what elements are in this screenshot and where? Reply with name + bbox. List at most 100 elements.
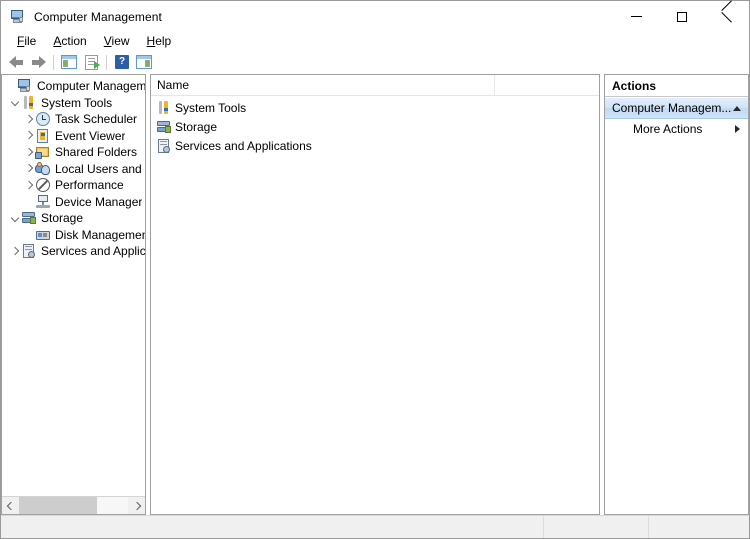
tree-item-label: Shared Folders [55, 145, 138, 160]
console-tree: Computer Management System Tools Task Sc… [2, 75, 145, 496]
toolbar-forward-button[interactable] [27, 52, 49, 72]
toolbar-export-list-button[interactable] [80, 52, 102, 72]
chevron-right-icon [735, 125, 740, 133]
tree-item-performance[interactable]: Performance [2, 177, 145, 194]
toolbar: ? [1, 51, 749, 74]
minimize-button[interactable] [614, 1, 659, 32]
close-icon [721, 11, 732, 22]
action-group-computer-management[interactable]: Computer Managem... [605, 97, 748, 119]
forward-arrow-icon [31, 55, 46, 69]
tree-item-shared-folders[interactable]: Shared Folders [2, 144, 145, 161]
toolbar-separator-2 [106, 54, 107, 70]
toolbar-back-button[interactable] [5, 52, 27, 72]
tree-item-label: Local Users and Gr [55, 161, 145, 176]
menu-help[interactable]: Help [139, 33, 181, 50]
status-bar-segment-two [544, 516, 649, 538]
tree-item-device-manager[interactable]: Device Manager [2, 194, 145, 211]
actions-list: Computer Managem... More Actions [605, 97, 748, 514]
twisty-collapsed-icon[interactable] [22, 147, 35, 157]
tree-item-system-tools[interactable]: System Tools [2, 95, 145, 112]
status-bar-main [1, 516, 544, 538]
actions-pane-title: Actions [605, 75, 748, 97]
status-bar-segment-three [649, 516, 749, 538]
scroll-right-button[interactable] [128, 497, 145, 514]
tree-item-label: Disk Management [55, 227, 145, 242]
title-bar: Computer Management [1, 1, 749, 32]
twisty-collapsed-icon[interactable] [22, 180, 35, 190]
action-item-more-actions[interactable]: More Actions [605, 119, 748, 139]
list-item-services-and-applications[interactable]: Services and Applications [151, 136, 599, 155]
list-item-storage[interactable]: Storage [151, 117, 599, 136]
twisty-collapsed-icon[interactable] [22, 131, 35, 140]
action-item-label: More Actions [633, 122, 703, 136]
scroll-left-button[interactable] [2, 497, 19, 514]
main-content-area: Computer Management System Tools Task Sc… [1, 74, 749, 515]
list-item-label: Services and Applications [175, 138, 312, 153]
twisty-collapsed-icon[interactable] [22, 164, 35, 173]
console-tree-pane: Computer Management System Tools Task Sc… [1, 74, 146, 515]
export-list-icon [84, 54, 100, 70]
toolbar-help-button[interactable]: ? [111, 52, 133, 72]
tree-item-task-scheduler[interactable]: Task Scheduler [2, 111, 145, 128]
tree-horizontal-scrollbar[interactable] [2, 496, 145, 514]
computer-management-window: Computer Management File Action View Hel… [0, 0, 750, 539]
menu-help-accel: H [146, 34, 156, 48]
menu-view-rest: iew [111, 34, 130, 48]
system-tools-icon [156, 100, 172, 116]
tree-item-label: Computer Management [37, 79, 145, 94]
toolbar-up-one-level-button[interactable] [58, 52, 80, 72]
column-header-filler[interactable] [495, 75, 599, 95]
maximize-button[interactable] [659, 1, 704, 32]
menu-file-rest: ile [24, 34, 37, 48]
services-icon [156, 138, 172, 154]
column-header-name[interactable]: Name [151, 75, 495, 95]
toolbar-show-hide-console-tree-button[interactable] [133, 52, 155, 72]
result-list-pane: Name System Tools Storage Services and A… [150, 74, 600, 515]
twisty-collapsed-icon[interactable] [22, 114, 35, 124]
storage-icon [156, 119, 172, 135]
users-icon [35, 161, 51, 177]
device-manager-icon [35, 194, 51, 210]
window-title: Computer Management [34, 9, 162, 24]
tree-item-services-and-applications[interactable]: Services and Applicat [2, 243, 145, 260]
twisty-expanded-icon[interactable] [8, 213, 21, 223]
close-button[interactable] [704, 1, 749, 32]
storage-icon [21, 210, 37, 226]
twisty-collapsed-icon[interactable] [8, 246, 21, 256]
tree-item-label: System Tools [41, 95, 113, 110]
menu-view[interactable]: View [96, 33, 139, 50]
scrollbar-track[interactable] [19, 497, 128, 514]
computer-icon [17, 78, 33, 94]
tree-item-label: Services and Applicat [41, 244, 145, 259]
status-bar [1, 515, 749, 538]
maximize-icon [676, 11, 687, 22]
scrollbar-thumb[interactable] [19, 497, 98, 514]
tree-item-event-viewer[interactable]: Event Viewer [2, 128, 145, 145]
tree-item-local-users-and-groups[interactable]: Local Users and Gr [2, 161, 145, 178]
tree-item-disk-management[interactable]: Disk Management [2, 227, 145, 244]
menu-action[interactable]: Action [45, 33, 95, 50]
tree-item-label: Storage [41, 211, 84, 226]
performance-icon [35, 177, 51, 193]
actions-pane: Actions Computer Managem... More Actions [604, 74, 749, 515]
menu-help-rest: elp [155, 34, 172, 48]
list-item-system-tools[interactable]: System Tools [151, 98, 599, 117]
menu-bar: File Action View Help [1, 32, 749, 51]
tree-item-computer-management[interactable]: Computer Management [2, 78, 145, 95]
menu-view-accel: V [103, 34, 112, 48]
caption-button-group [614, 1, 749, 32]
tree-item-label: Performance [55, 178, 124, 193]
list-item-label: Storage [175, 119, 218, 134]
shared-folders-icon [35, 144, 51, 160]
system-tools-icon [21, 95, 37, 111]
result-list: System Tools Storage Services and Applic… [151, 96, 599, 514]
toolbar-separator-1 [53, 54, 54, 70]
show-hide-console-tree-icon [136, 55, 152, 69]
services-icon [21, 243, 37, 259]
list-item-label: System Tools [175, 100, 247, 115]
chevron-up-icon [733, 105, 741, 111]
tree-item-storage[interactable]: Storage [2, 210, 145, 227]
computer-management-icon [10, 9, 26, 25]
menu-file[interactable]: File [9, 33, 45, 50]
twisty-expanded-icon[interactable] [8, 98, 21, 107]
